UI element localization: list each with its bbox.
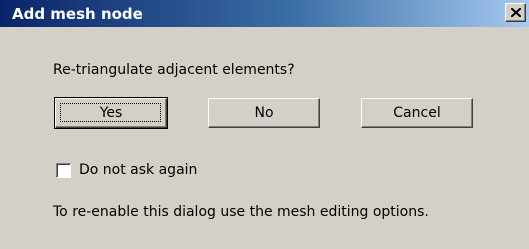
add-mesh-node-dialog: Add mesh node Re-triangulate adjacent el…	[0, 0, 529, 249]
window-title: Add mesh node	[12, 5, 143, 23]
titlebar[interactable]: Add mesh node	[0, 0, 529, 27]
cancel-button-label: Cancel	[393, 105, 441, 121]
cancel-button[interactable]: Cancel	[361, 98, 473, 128]
yes-button-label: Yes	[99, 105, 123, 121]
no-button[interactable]: No	[208, 98, 320, 128]
question-text: Re-triangulate adjacent elements?	[53, 62, 295, 78]
info-text: To re-enable this dialog use the mesh ed…	[53, 204, 429, 220]
yes-button[interactable]: Yes	[54, 97, 168, 129]
close-x-icon	[511, 8, 521, 17]
do-not-ask-again-checkbox[interactable]	[56, 163, 71, 178]
do-not-ask-again-label[interactable]: Do not ask again	[79, 162, 197, 178]
no-button-label: No	[254, 105, 274, 121]
close-button[interactable]	[505, 3, 526, 22]
